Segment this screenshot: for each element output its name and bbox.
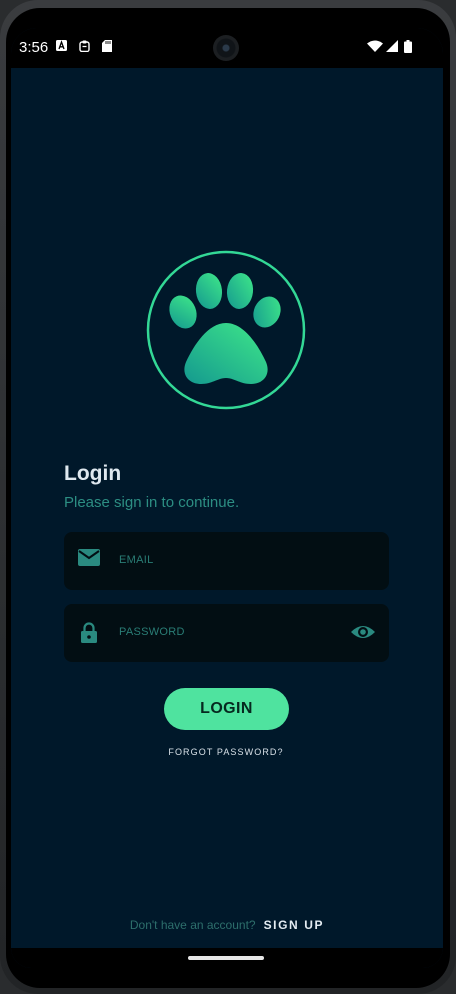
status-time: 3:56	[19, 39, 49, 56]
login-button[interactable]: LOGIN	[164, 688, 289, 730]
a-badge-icon	[56, 40, 67, 51]
clipboard-icon	[79, 40, 90, 52]
front-camera	[213, 35, 239, 61]
device-frame: 3:56 Login Please sign in to continue. E…	[0, 0, 456, 994]
password-placeholder: PASSWORD	[119, 626, 185, 638]
page-subtitle: Please sign in to continue.	[64, 494, 240, 511]
password-field[interactable]: PASSWORD	[64, 604, 389, 662]
signup-link[interactable]: SIGN UP	[264, 918, 325, 932]
wifi-icon	[367, 40, 383, 52]
navigation-bar	[11, 948, 443, 968]
show-password-eye-icon[interactable]	[350, 622, 376, 642]
page-title: Login	[64, 462, 122, 485]
home-gesture-handle[interactable]	[188, 956, 264, 960]
battery-icon	[404, 40, 412, 53]
email-placeholder: EMAIL	[119, 554, 154, 566]
forgot-password-link[interactable]: FORGOT PASSWORD?	[111, 747, 341, 757]
status-bar: 3:56	[11, 28, 443, 68]
signup-row: Don't have an account? SIGN UP	[11, 916, 443, 934]
app-screen: 3:56 Login Please sign in to continue. E…	[11, 28, 443, 968]
signal-icon	[386, 40, 398, 52]
lock-icon	[81, 622, 97, 643]
sd-card-icon	[102, 40, 112, 52]
envelope-icon	[78, 549, 100, 566]
paw-logo-icon	[146, 250, 306, 410]
signup-prompt: Don't have an account?	[129, 918, 256, 932]
email-field[interactable]: EMAIL	[64, 532, 389, 590]
